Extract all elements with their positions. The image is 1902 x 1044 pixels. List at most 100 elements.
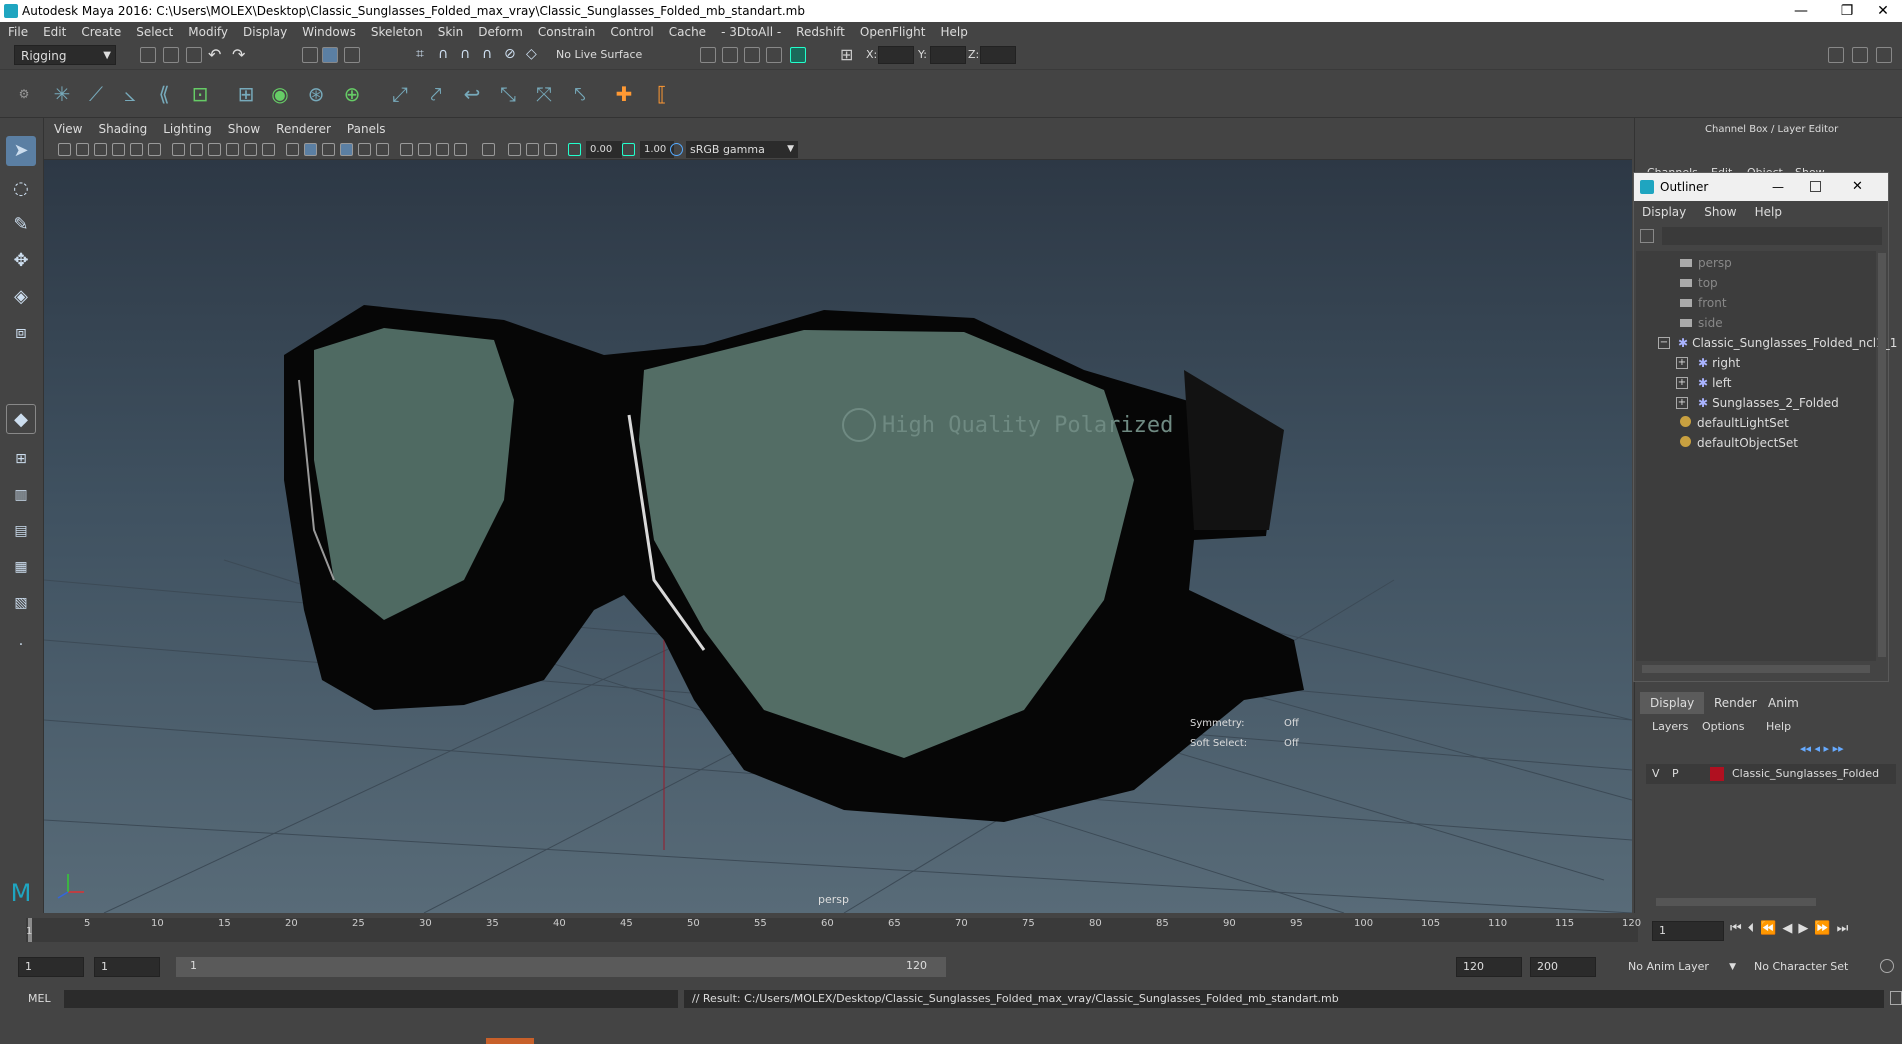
wireframe-on-shaded-icon[interactable] (340, 143, 353, 156)
paint-weights-icon[interactable]: ⊕ (338, 80, 366, 108)
menuset-dropdown[interactable]: Rigging ▼ (14, 45, 116, 65)
filter-icon[interactable] (1640, 229, 1654, 243)
motion-blur-icon[interactable] (436, 143, 449, 156)
snap-vertex-icon[interactable]: ◇ (526, 46, 537, 62)
select-camera-icon[interactable] (58, 143, 71, 156)
scale-constraint-icon[interactable]: ⤡ (494, 80, 522, 108)
film-gate-icon[interactable] (190, 143, 203, 156)
panel-menu-show[interactable]: Show (228, 122, 260, 136)
grease-pencil-icon[interactable] (148, 143, 161, 156)
tool-settings-icon[interactable] (1876, 47, 1892, 63)
render-frame-icon[interactable] (700, 47, 716, 63)
panel-menu-view[interactable]: View (54, 122, 82, 136)
exposure-icon[interactable] (568, 143, 581, 156)
2d-pan-zoom-icon[interactable] (130, 143, 143, 156)
menu-cache[interactable]: Cache (669, 25, 706, 39)
grid-toggle-icon[interactable] (172, 143, 185, 156)
layer-visibility-toggle[interactable]: V (1652, 767, 1660, 780)
gate-mask-icon[interactable] (226, 143, 239, 156)
xray-icon[interactable] (508, 143, 521, 156)
close-button[interactable]: ✕ (1860, 0, 1902, 22)
character-set-dropdown[interactable]: No Character Set (1746, 957, 1876, 977)
layer-row[interactable]: V P Classic_Sunglasses_Folded (1646, 764, 1896, 784)
select-object-icon[interactable] (322, 47, 338, 63)
gamma-icon[interactable] (622, 143, 635, 156)
command-input[interactable] (64, 990, 678, 1008)
layer-menu-help[interactable]: Help (1766, 720, 1791, 733)
outliner-layout-icon[interactable]: ▧ (6, 588, 36, 618)
layer-horizontal-scrollbar[interactable] (1656, 898, 1816, 906)
outliner-maximize-button[interactable] (1810, 181, 1821, 192)
outliner-item-top[interactable]: top (1680, 273, 1718, 293)
go-to-end-icon[interactable]: ⏭ (1837, 921, 1855, 936)
xray-active-icon[interactable] (544, 143, 557, 156)
paint-select-icon[interactable]: ✎ (6, 210, 36, 240)
outliner-menu-show[interactable]: Show (1704, 205, 1736, 219)
play-forward-icon[interactable]: ▶ (1798, 921, 1814, 936)
bookmark-icon[interactable] (94, 143, 107, 156)
menu-3dtoall[interactable]: - 3DtoAll - (721, 25, 781, 39)
redo-icon[interactable]: ↷ (232, 45, 245, 64)
modeling-toolkit-icon[interactable] (1828, 47, 1844, 63)
range-slider-bar[interactable]: 1 120 (176, 957, 946, 977)
interactive-bind-icon[interactable]: ⊛ (302, 80, 330, 108)
four-view-layout-icon[interactable]: ⊞ (6, 444, 36, 474)
layer-move-arrows-icon[interactable]: ◂◂ ◂ ▸ ▸▸ (1800, 742, 1890, 756)
persp-hypershade-layout-icon[interactable]: ▦ (6, 552, 36, 582)
locator-icon[interactable]: ✚ (610, 80, 638, 108)
outliner-menu-display[interactable]: Display (1642, 205, 1686, 219)
collapse-toggle[interactable]: − (1658, 337, 1670, 349)
layout-options-icon[interactable]: · (6, 630, 36, 660)
outliner-item-default-object-set[interactable]: defaultObjectSet (1680, 433, 1798, 453)
layer-menu-layers[interactable]: Layers (1652, 720, 1688, 733)
snap-surface-icon[interactable]: ⊘ (504, 46, 516, 62)
render-settings-icon[interactable] (766, 47, 782, 63)
use-default-material-icon[interactable] (322, 143, 335, 156)
smooth-shade-icon[interactable] (304, 143, 317, 156)
expand-toggle[interactable]: + (1676, 357, 1688, 369)
outliner-horizontal-scrollbar[interactable] (1642, 665, 1870, 673)
menu-display[interactable]: Display (243, 25, 287, 39)
field-chart-icon[interactable] (244, 143, 257, 156)
outliner-search-field[interactable] (1662, 227, 1882, 245)
playback-end-field[interactable]: 120 (1456, 957, 1522, 977)
outliner-menu-help[interactable]: Help (1755, 205, 1782, 219)
use-all-lights-icon[interactable] (376, 143, 389, 156)
current-frame-field[interactable]: 1 (1652, 921, 1724, 941)
menu-deform[interactable]: Deform (478, 25, 523, 39)
select-hierarchy-icon[interactable] (302, 47, 318, 63)
playback-start-field[interactable]: 1 (94, 957, 160, 977)
outliner-item-group[interactable]: ✱ Classic_Sunglasses_Folded_ncl1_1 (1678, 333, 1897, 353)
anti-alias-icon[interactable] (454, 143, 467, 156)
rotate-tool-icon[interactable]: ◈ (6, 282, 36, 312)
orient-constraint-icon[interactable]: ↩ (458, 80, 486, 108)
script-editor-icon[interactable] (1890, 991, 1902, 1005)
undo-icon[interactable]: ↶ (208, 45, 221, 64)
minimize-button[interactable]: — (1778, 0, 1824, 22)
ik-handle-icon[interactable]: ⟋ (82, 80, 110, 108)
resolution-gate-icon[interactable] (208, 143, 221, 156)
outliner-item-persp[interactable]: persp (1680, 253, 1732, 273)
outliner-vertical-scrollbar[interactable] (1878, 253, 1886, 657)
joint-tool-icon[interactable]: ✳ (48, 80, 76, 108)
new-scene-icon[interactable] (140, 47, 156, 63)
y-field[interactable] (930, 46, 966, 64)
save-scene-icon[interactable] (186, 47, 202, 63)
panel-menu-panels[interactable]: Panels (347, 122, 386, 136)
menu-create[interactable]: Create (81, 25, 121, 39)
persp-graph-layout-icon[interactable]: ▤ (6, 516, 36, 546)
pole-vector-icon[interactable]: ⤣ (566, 80, 594, 108)
x-field[interactable] (878, 46, 914, 64)
outliner-item-front[interactable]: front (1680, 293, 1727, 313)
menu-constrain[interactable]: Constrain (538, 25, 596, 39)
outliner-item-default-light-set[interactable]: defaultLightSet (1680, 413, 1789, 433)
point-constraint-icon[interactable]: ⤢ (386, 80, 414, 108)
snap-view-icon[interactable]: ∩ (482, 46, 492, 62)
humanik-icon[interactable]: ⊡ (186, 80, 214, 108)
isolate-select-icon[interactable] (482, 143, 495, 156)
layer-playback-toggle[interactable]: P (1672, 767, 1679, 780)
menu-skin[interactable]: Skin (438, 25, 464, 39)
expand-toggle[interactable]: + (1676, 397, 1688, 409)
menu-select[interactable]: Select (136, 25, 173, 39)
expand-toggle[interactable]: + (1676, 377, 1688, 389)
